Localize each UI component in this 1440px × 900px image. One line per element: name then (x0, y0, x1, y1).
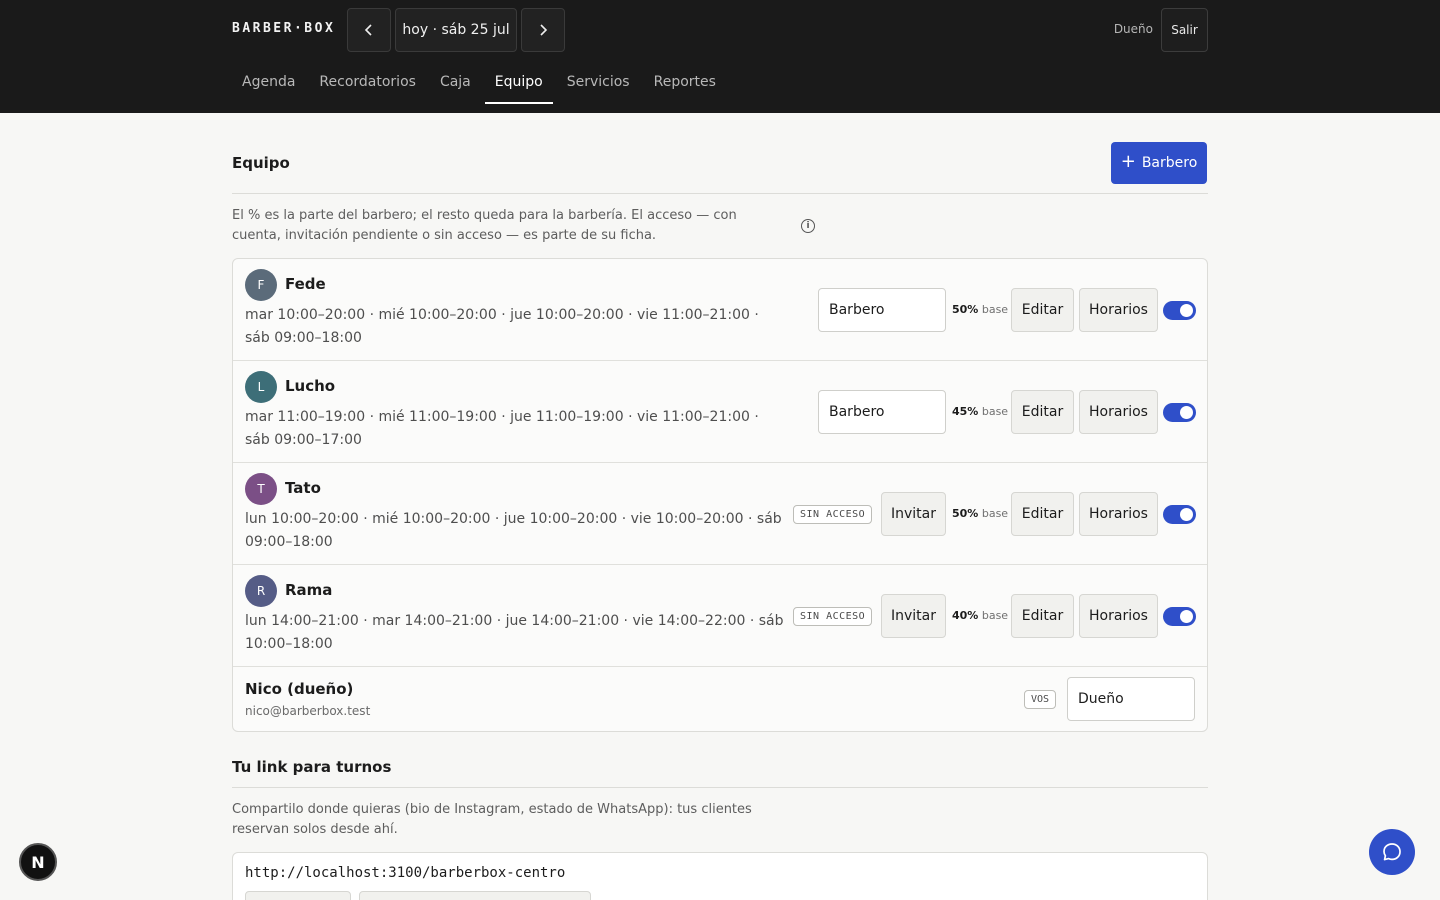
active-toggle[interactable] (1163, 505, 1196, 524)
tab-agenda[interactable]: Agenda (232, 60, 305, 104)
edit-button[interactable]: Editar (1011, 390, 1074, 434)
copy-link-button[interactable] (245, 891, 351, 900)
add-barber-button[interactable]: + Barbero (1111, 142, 1207, 184)
barber-row: L Lucho mar 11:00–19:00 · mié 11:00–19:0… (233, 361, 1207, 463)
commission-base-label: base (981, 405, 1009, 418)
barber-row: F Fede mar 10:00–20:00 · mié 10:00–20:00… (233, 259, 1207, 361)
commission-value: 50% (952, 507, 979, 520)
barber-name: Fede (285, 275, 326, 293)
hours-button[interactable]: Horarios (1079, 288, 1158, 332)
tab-reportes[interactable]: Reportes (644, 60, 726, 104)
commission-value: 40% (952, 609, 979, 622)
avatar: T (245, 473, 277, 505)
barber-schedule: lun 10:00–20:00 · mié 10:00–20:00 · jue … (245, 511, 782, 550)
avatar: F (245, 269, 277, 301)
barber-row: R Rama lun 14:00–21:00 · mar 14:00–21:00… (233, 565, 1207, 667)
team-note: El % es la parte del barbero; el resto q… (232, 208, 737, 243)
barber-schedule: mar 11:00–19:00 · mié 11:00–19:00 · jue … (245, 409, 759, 448)
no-access-badge: SIN ACCESO (793, 505, 873, 524)
brand-logo[interactable]: BARBER·BOX (232, 21, 335, 36)
add-barber-label: Barbero (1141, 155, 1198, 171)
barber-name: Rama (285, 581, 333, 599)
active-toggle[interactable] (1163, 607, 1196, 626)
edit-button[interactable]: Editar (1011, 594, 1074, 638)
edit-button[interactable]: Editar (1011, 288, 1074, 332)
commission-value: 45% (952, 405, 979, 418)
tab-recordatorios[interactable]: Recordatorios (309, 60, 426, 104)
booking-link-note: Compartilo donde quieras (bio de Instagr… (232, 802, 752, 837)
commission-percent: 40% base (952, 609, 1008, 622)
commission-base-label: base (981, 609, 1009, 622)
chevron-right-icon (540, 24, 548, 36)
chat-button[interactable] (1369, 829, 1415, 875)
barber-name: Lucho (285, 377, 336, 395)
barber-schedule: mar 10:00–20:00 · mié 10:00–20:00 · jue … (245, 307, 759, 346)
booking-link-box: http://localhost:3100/barberbox-centro (232, 852, 1208, 900)
invite-button[interactable]: Invitar (881, 594, 946, 638)
tab-equipo[interactable]: Equipo (484, 60, 553, 104)
chevron-left-icon (364, 24, 372, 36)
chat-bubble-icon (1383, 843, 1401, 861)
avatar: R (245, 575, 277, 607)
nextjs-dev-icon[interactable]: N (19, 843, 57, 881)
active-toggle[interactable] (1163, 301, 1196, 320)
main-tabs: Agenda Recordatorios Caja Equipo Servici… (232, 60, 730, 113)
previous-day-button[interactable] (347, 8, 391, 52)
edit-button[interactable]: Editar (1011, 492, 1074, 536)
commission-value: 50% (952, 303, 979, 316)
user-role-label: Dueño (1113, 22, 1153, 36)
logout-button[interactable]: Salir (1161, 8, 1208, 52)
commission-percent: 50% base (952, 507, 1008, 520)
hours-button[interactable]: Horarios (1079, 594, 1158, 638)
team-list: F Fede mar 10:00–20:00 · mié 10:00–20:00… (232, 258, 1208, 732)
booking-link-title: Tu link para turnos (232, 758, 392, 776)
booking-link-divider (232, 787, 1208, 788)
active-toggle[interactable] (1163, 403, 1196, 422)
owner-role-select[interactable]: Dueño (1067, 677, 1195, 721)
hours-button[interactable]: Horarios (1079, 390, 1158, 434)
owner-name: Nico (dueño) (245, 680, 354, 698)
tab-caja[interactable]: Caja (430, 60, 481, 104)
next-day-button[interactable] (521, 8, 565, 52)
top-bar: BARBER·BOX hoy · sáb 25 jul Dueño Salir … (0, 0, 1440, 113)
plus-icon: + (1120, 151, 1136, 172)
no-access-badge: SIN ACCESO (793, 607, 873, 626)
barber-name: Tato (285, 479, 321, 497)
commission-percent: 45% base (952, 405, 1008, 418)
commission-base-label: base (981, 303, 1009, 316)
commission-percent: 50% base (952, 303, 1008, 316)
team-title: Equipo (232, 154, 290, 172)
date-selector[interactable]: hoy · sáb 25 jul (395, 8, 517, 52)
tab-servicios[interactable]: Servicios (557, 60, 640, 104)
barber-schedule: lun 14:00–21:00 · mar 14:00–21:00 · jue … (245, 613, 784, 652)
role-select[interactable]: Barbero (818, 390, 946, 434)
booking-link-url[interactable]: http://localhost:3100/barberbox-centro (245, 865, 565, 881)
avatar: L (245, 371, 277, 403)
commission-base-label: base (981, 507, 1009, 520)
info-icon[interactable]: i (801, 219, 815, 233)
team-divider (232, 193, 1208, 194)
hours-button[interactable]: Horarios (1079, 492, 1158, 536)
owner-email: nico@barberbox.test (245, 704, 371, 718)
invite-button[interactable]: Invitar (881, 492, 946, 536)
role-select[interactable]: Barbero (818, 288, 946, 332)
owner-row: Nico (dueño) nico@barberbox.test VOS Due… (233, 667, 1207, 731)
you-badge: VOS (1024, 690, 1057, 709)
barber-row: T Tato lun 10:00–20:00 · mié 10:00–20:00… (233, 463, 1207, 565)
share-link-button[interactable] (359, 891, 591, 900)
